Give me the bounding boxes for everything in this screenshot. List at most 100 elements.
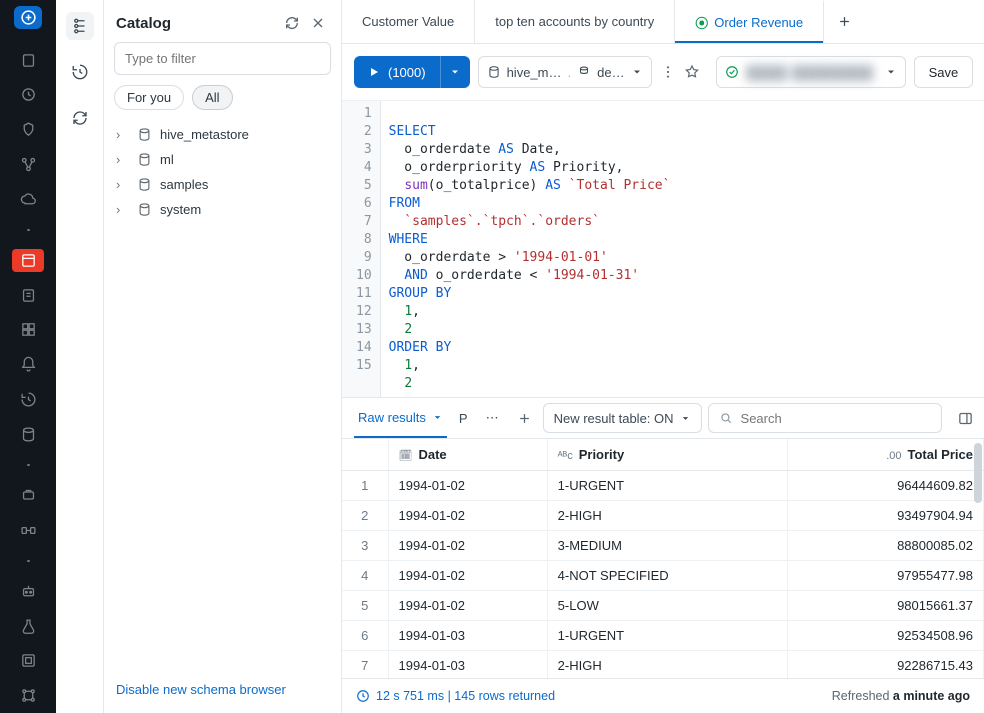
star-icon[interactable] <box>684 56 700 88</box>
models-icon[interactable] <box>14 684 42 707</box>
compute-picker[interactable]: ████ ████████ <box>716 56 906 88</box>
table-row[interactable]: 31994-01-023-MEDIUM88800085.02 <box>342 531 984 561</box>
tree-item-label: samples <box>160 177 208 192</box>
database-icon <box>136 177 152 192</box>
sql-editor-icon[interactable] <box>12 249 44 272</box>
chip-all[interactable]: All <box>192 85 232 110</box>
run-limit-label: (1000) <box>388 65 426 80</box>
tree-item[interactable]: › system <box>110 197 335 222</box>
chevron-right-icon: › <box>116 127 128 142</box>
experiments-icon[interactable] <box>14 615 42 638</box>
compute-name-redacted: ████ ████████ <box>747 65 877 80</box>
save-button[interactable]: Save <box>914 56 974 88</box>
context-catalog: hive_m… <box>507 65 562 80</box>
rail-divider-dot <box>27 229 30 231</box>
workflows-icon[interactable] <box>14 153 42 176</box>
ellipsis-icon[interactable]: ⋯ <box>480 410 507 426</box>
queries-icon[interactable] <box>14 284 42 307</box>
table-row[interactable]: 51994-01-025-LOW98015661.37 <box>342 591 984 621</box>
refresh-mini-icon[interactable] <box>66 104 94 132</box>
new-result-table-toggle[interactable]: New result table: ON <box>543 403 702 433</box>
cell-index: 4 <box>342 561 388 591</box>
cell-index: 7 <box>342 651 388 679</box>
ingest-icon[interactable] <box>14 484 42 507</box>
create-button[interactable] <box>14 6 42 29</box>
catalog-filter-input[interactable] <box>114 42 331 75</box>
disable-schema-browser-link[interactable]: Disable new schema browser <box>104 666 341 713</box>
table-row[interactable]: 61994-01-031-URGENT92534508.96 <box>342 621 984 651</box>
sql-editor[interactable]: 123456789101112131415 SELECT o_orderdate… <box>342 100 984 397</box>
chevron-down-icon <box>885 66 897 78</box>
storage-icon[interactable] <box>14 423 42 446</box>
results-table-wrap: 🗓Date ᴬᴮcPriority .00Total Price 11994-0… <box>342 439 984 678</box>
col-date[interactable]: 🗓Date <box>388 439 547 471</box>
col-total[interactable]: .00Total Price <box>787 439 983 471</box>
cell-total: 98015661.37 <box>787 591 983 621</box>
cell-index: 1 <box>342 471 388 501</box>
tab-label: top ten accounts by country <box>495 14 654 29</box>
chevron-right-icon: › <box>116 152 128 167</box>
refreshed-label: Refreshed <box>832 689 893 703</box>
results-tab-raw[interactable]: Raw results <box>354 399 447 438</box>
alerts-icon[interactable] <box>14 353 42 376</box>
calendar-icon: 🗓 <box>399 450 413 462</box>
tab-customer-value[interactable]: Customer Value <box>342 0 475 43</box>
pipelines-icon[interactable] <box>14 519 42 542</box>
table-row[interactable]: 11994-01-021-URGENT96444609.82 <box>342 471 984 501</box>
col-index[interactable] <box>342 439 388 471</box>
add-visualization-button[interactable] <box>513 402 537 434</box>
chip-for-you[interactable]: For you <box>114 85 184 110</box>
schema-browser-switch <box>56 0 104 713</box>
close-icon[interactable] <box>307 12 329 34</box>
catalog-icon[interactable] <box>14 118 42 141</box>
cell-priority: 4-NOT SPECIFIED <box>547 561 787 591</box>
line-gutter: 123456789101112131415 <box>342 101 381 397</box>
context-picker[interactable]: hive_m… . de… <box>478 56 652 88</box>
cell-priority: 3-MEDIUM <box>547 531 787 561</box>
recents-icon[interactable] <box>14 84 42 107</box>
run-button[interactable]: (1000) <box>354 56 440 88</box>
cell-date: 1994-01-02 <box>388 501 547 531</box>
tree-item[interactable]: › ml <box>110 147 335 172</box>
cell-date: 1994-01-02 <box>388 531 547 561</box>
refresh-icon[interactable] <box>281 12 303 34</box>
results-search-input[interactable] <box>741 411 931 426</box>
results-tab-overflow[interactable]: P <box>453 411 474 426</box>
ml-robot-icon[interactable] <box>14 580 42 603</box>
table-row[interactable]: 21994-01-022-HIGH93497904.94 <box>342 501 984 531</box>
cell-date: 1994-01-03 <box>388 651 547 679</box>
chevron-down-icon <box>631 66 643 78</box>
table-row[interactable]: 41994-01-024-NOT SPECIFIED97955477.98 <box>342 561 984 591</box>
cell-index: 2 <box>342 501 388 531</box>
cell-total: 92286715.43 <box>787 651 983 679</box>
features-icon[interactable] <box>14 650 42 673</box>
history-nav-icon[interactable] <box>14 388 42 411</box>
toggle-side-panel-icon[interactable] <box>954 407 976 429</box>
catalog-panel: Catalog For you All › hive_metastore › m… <box>104 0 342 713</box>
compute-icon[interactable] <box>14 188 42 211</box>
add-tab-button[interactable] <box>824 14 864 29</box>
history-icon[interactable] <box>66 58 94 86</box>
tab-top-ten[interactable]: top ten accounts by country <box>475 0 675 43</box>
cell-total: 96444609.82 <box>787 471 983 501</box>
run-dropdown[interactable] <box>440 56 470 88</box>
cell-total: 92534508.96 <box>787 621 983 651</box>
tab-order-revenue[interactable]: ⦿ Order Revenue <box>675 0 824 43</box>
number-type-icon: .00 <box>886 450 901 462</box>
database-icon <box>136 202 152 217</box>
check-circle-icon: ⦿ <box>695 13 708 32</box>
tree-item[interactable]: › samples <box>110 172 335 197</box>
table-row[interactable]: 71994-01-032-HIGH92286715.43 <box>342 651 984 679</box>
results-search[interactable] <box>708 403 942 433</box>
sql-code[interactable]: SELECT o_orderdate AS Date, o_orderprior… <box>381 101 984 397</box>
cell-priority: 5-LOW <box>547 591 787 621</box>
workspace-icon[interactable] <box>14 49 42 72</box>
dashboards-icon[interactable] <box>14 319 42 342</box>
scrollbar-thumb[interactable] <box>974 443 982 503</box>
col-priority[interactable]: ᴬᴮcPriority <box>547 439 787 471</box>
tree-item[interactable]: › hive_metastore <box>110 122 335 147</box>
schema-tree-icon[interactable] <box>66 12 94 40</box>
tab-label: Customer Value <box>362 14 454 29</box>
kebab-icon[interactable] <box>660 56 676 88</box>
cell-index: 5 <box>342 591 388 621</box>
